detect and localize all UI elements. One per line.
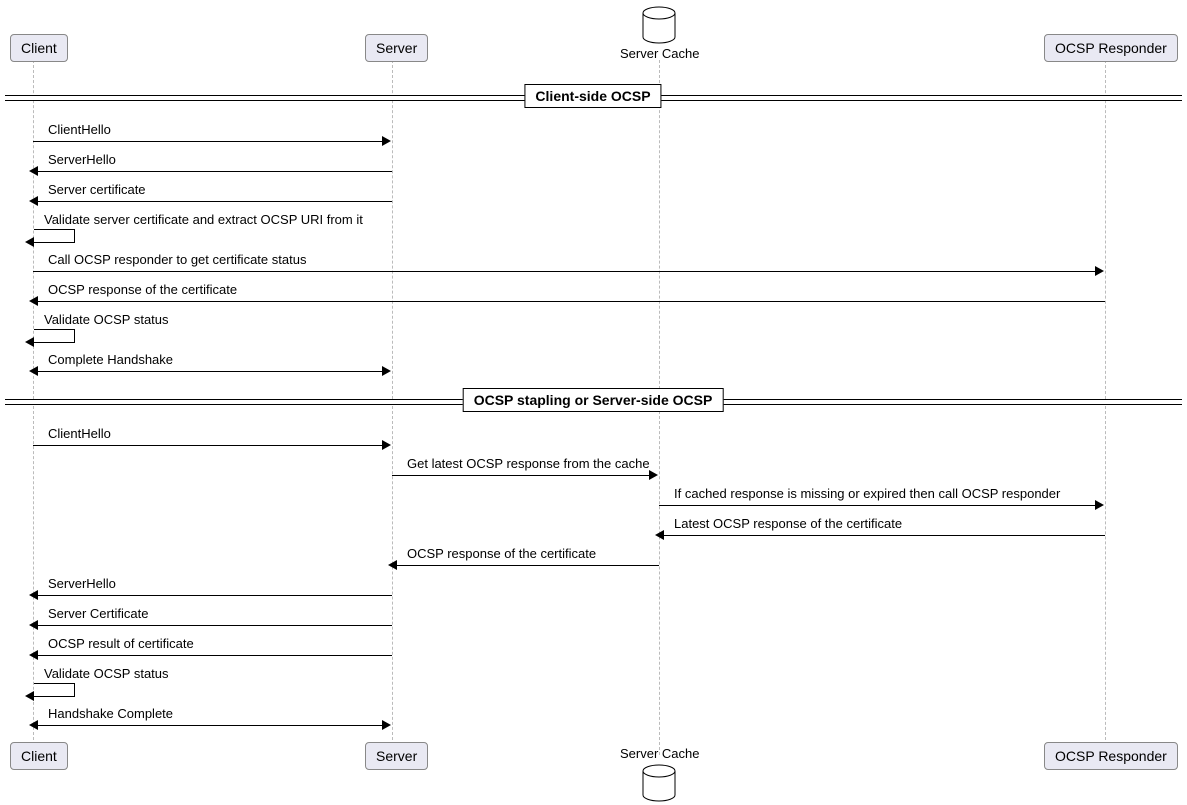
arrow-head bbox=[29, 620, 38, 630]
lifeline-server bbox=[392, 60, 393, 755]
sequence-diagram: Server Cache Client Server OCSP Responde… bbox=[0, 0, 1187, 805]
arrow bbox=[33, 271, 1101, 272]
arrow-head bbox=[1095, 500, 1104, 510]
arrow-head bbox=[29, 590, 38, 600]
arrow bbox=[37, 725, 388, 726]
arrow bbox=[37, 625, 392, 626]
participant-client: Client bbox=[10, 34, 68, 62]
arrow-head bbox=[29, 650, 38, 660]
arrow-head bbox=[649, 470, 658, 480]
participant-cache-bottom: Server Cache bbox=[620, 746, 699, 761]
msg-ocsp-response-2: OCSP response of the certificate bbox=[407, 546, 596, 561]
self-arrow bbox=[34, 329, 75, 343]
participant-server: Server bbox=[365, 34, 428, 62]
arrow-head bbox=[388, 560, 397, 570]
msg-get-cache: Get latest OCSP response from the cache bbox=[407, 456, 650, 471]
msg-latest-ocsp: Latest OCSP response of the certificate bbox=[674, 516, 902, 531]
msg-validate-ocsp-2: Validate OCSP status bbox=[44, 666, 169, 681]
arrow bbox=[37, 171, 392, 172]
database-icon bbox=[641, 764, 677, 802]
arrow-head bbox=[382, 720, 391, 730]
msg-server-cert-2: Server Certificate bbox=[48, 606, 148, 621]
arrow-head bbox=[382, 366, 391, 376]
arrow-head bbox=[29, 366, 38, 376]
msg-server-cert: Server certificate bbox=[48, 182, 146, 197]
participant-ocsp: OCSP Responder bbox=[1044, 34, 1178, 62]
msg-validate-ocsp-1: Validate OCSP status bbox=[44, 312, 169, 327]
arrow-head bbox=[29, 296, 38, 306]
arrow-head bbox=[29, 196, 38, 206]
participant-server-bottom: Server bbox=[365, 742, 428, 770]
msg-serverhello-2: ServerHello bbox=[48, 576, 116, 591]
msg-call-ocsp: Call OCSP responder to get certificate s… bbox=[48, 252, 306, 267]
msg-handshake-complete: Handshake Complete bbox=[48, 706, 173, 721]
msg-cache-miss: If cached response is missing or expired… bbox=[674, 486, 1060, 501]
arrow bbox=[33, 141, 388, 142]
divider-stapling-label: OCSP stapling or Server-side OCSP bbox=[463, 388, 724, 412]
msg-ocsp-result: OCSP result of certificate bbox=[48, 636, 194, 651]
msg-serverhello-1: ServerHello bbox=[48, 152, 116, 167]
arrow-head bbox=[1095, 266, 1104, 276]
arrow bbox=[659, 505, 1101, 506]
arrow bbox=[663, 535, 1105, 536]
participant-cache: Server Cache bbox=[620, 46, 699, 61]
arrow bbox=[37, 595, 392, 596]
divider-client-side-label: Client-side OCSP bbox=[524, 84, 661, 108]
arrow bbox=[33, 445, 388, 446]
arrow bbox=[37, 655, 392, 656]
arrow bbox=[396, 565, 659, 566]
msg-ocsp-response-1: OCSP response of the certificate bbox=[48, 282, 237, 297]
msg-complete-handshake: Complete Handshake bbox=[48, 352, 173, 367]
arrow-head bbox=[382, 440, 391, 450]
arrow-head bbox=[655, 530, 664, 540]
msg-clienthello-2: ClientHello bbox=[48, 426, 111, 441]
arrow-head bbox=[382, 136, 391, 146]
arrow bbox=[392, 475, 655, 476]
database-icon bbox=[641, 6, 677, 44]
arrow-head bbox=[29, 720, 38, 730]
participant-client-bottom: Client bbox=[10, 742, 68, 770]
lifeline-ocsp bbox=[1105, 60, 1106, 755]
arrow bbox=[37, 301, 1105, 302]
self-arrow bbox=[34, 229, 75, 243]
arrow-head bbox=[29, 166, 38, 176]
msg-clienthello-1: ClientHello bbox=[48, 122, 111, 137]
participant-ocsp-bottom: OCSP Responder bbox=[1044, 742, 1178, 770]
arrow bbox=[37, 201, 392, 202]
arrow bbox=[37, 371, 388, 372]
msg-validate-cert: Validate server certificate and extract … bbox=[44, 212, 363, 227]
self-arrow bbox=[34, 683, 75, 697]
